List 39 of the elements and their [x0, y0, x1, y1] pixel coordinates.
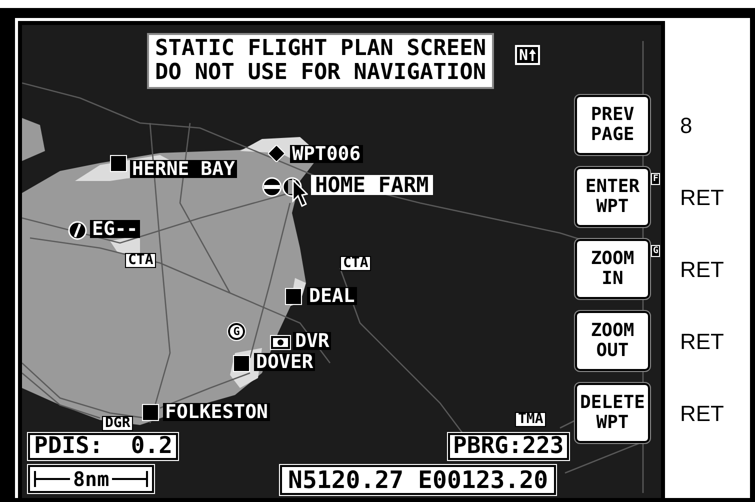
airspace-label: TMA [515, 412, 546, 427]
town-square-icon [110, 155, 127, 172]
bearing-readout: PBRG:223 [448, 433, 569, 460]
key-tag: G [651, 245, 660, 257]
key-label: RET [680, 328, 724, 356]
north-up-indicator: N [515, 45, 540, 65]
map-label: EG-- [90, 220, 140, 238]
map-label: FOLKESTON [163, 403, 270, 421]
town-square-icon [142, 404, 159, 421]
beacon-icon [270, 335, 291, 350]
softkey-button[interactable]: ZOOM IN [575, 239, 650, 299]
softkey-button[interactable]: ENTER WPT [575, 167, 650, 227]
softkey-button[interactable]: DELETE WPT [575, 383, 650, 443]
notice-text: STATIC FLIGHT PLAN SCREEN DO NOT USE FOR NAVIGATION [147, 33, 494, 89]
town-square-icon [233, 355, 250, 372]
airspace-label: CTA [125, 253, 156, 268]
map-label: DVR [293, 332, 332, 350]
map-label: DOVER [254, 353, 316, 371]
distance-readout: PDIS: 0.2 [28, 433, 178, 460]
key-label: 8 [680, 112, 692, 140]
diamond-icon [268, 145, 285, 162]
softkey-button[interactable]: ZOOM OUT [575, 311, 650, 371]
map-label: HOME FARM [311, 175, 433, 195]
airspace-label: CTA [340, 256, 372, 271]
key-tag: F [651, 173, 660, 185]
key-label: RET [680, 256, 724, 284]
position-readout: N5120.27 E00123.20 [280, 465, 556, 495]
map-label: WPT006 [290, 145, 363, 163]
softkey-button[interactable]: PREV PAGE [575, 95, 650, 155]
map-label: HERNE BAY [130, 160, 237, 178]
slashed-circle-icon [68, 221, 87, 240]
map-symbol: G [228, 323, 245, 340]
town-square-icon [285, 288, 302, 305]
airspace-label: DGR [102, 416, 134, 431]
scale-bar: 8nm [28, 465, 154, 493]
map-label: DEAL [307, 287, 357, 305]
pointer-icon [292, 179, 308, 207]
key-label: RET [680, 400, 724, 428]
key-label: RET [680, 184, 724, 212]
